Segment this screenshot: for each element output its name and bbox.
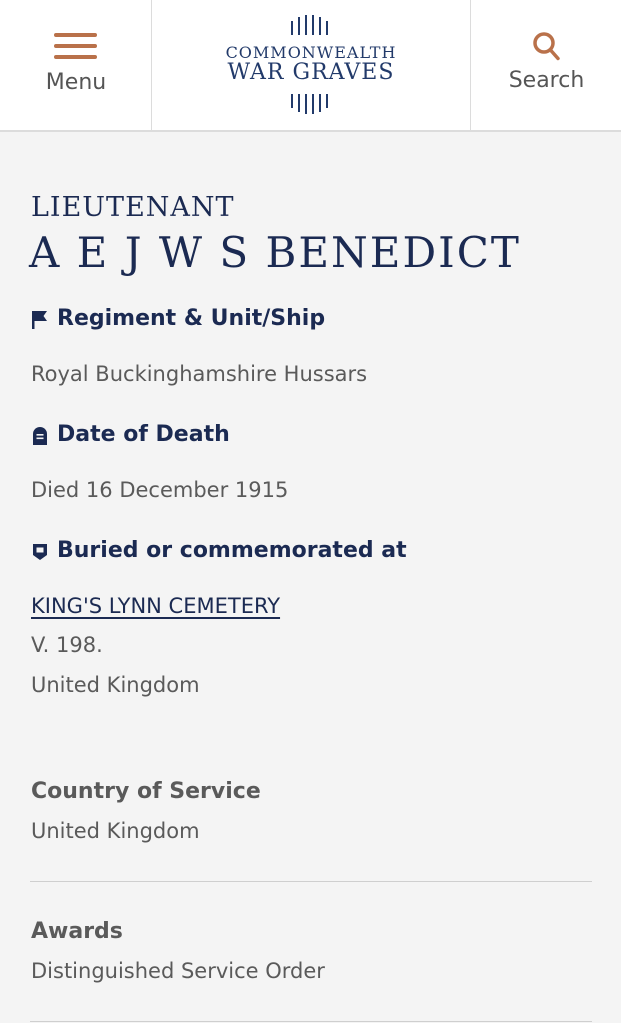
country-of-service-label: Country of Service [31,779,261,804]
flag-icon [32,311,47,329]
burial-country: United Kingdom [31,673,200,697]
regiment-value: Royal Buckinghamshire Hussars [31,362,368,386]
search-button[interactable]: Search [470,0,621,132]
logo-bars-top-icon [291,15,331,35]
logo-bars-bottom-icon [291,94,331,114]
grave-reference: V. 198. [31,633,103,657]
site-header: Menu COMMONWEALTH WAR GRAVES Search [0,0,621,132]
location-icon [33,544,47,560]
date-of-death-title: Date of Death [57,422,230,447]
buried-title: Buried or commemorated at [57,538,407,563]
headstone-icon [33,427,47,445]
menu-label: Menu [45,70,107,95]
awards-label: Awards [31,919,123,944]
regiment-title: Regiment & Unit/Ship [57,306,326,331]
logo-line-2: WAR GRAVES [227,60,395,85]
country-of-service-value: United Kingdom [31,819,200,843]
person-name: A E J W S BENEDICT [29,228,521,277]
search-icon [533,32,560,61]
search-label: Search [508,68,585,93]
divider [30,1021,592,1022]
awards-value: Distinguished Service Order [31,959,325,983]
rank-heading: LIEUTENANT [31,192,235,223]
cemetery-link[interactable]: KING'S LYNN CEMETERY [31,594,280,618]
divider [30,881,592,882]
hamburger-icon [54,33,97,60]
menu-button[interactable]: Menu [0,0,152,132]
cwgc-logo[interactable]: COMMONWEALTH WAR GRAVES [152,0,470,132]
date-of-death-value: Died 16 December 1915 [31,478,289,502]
